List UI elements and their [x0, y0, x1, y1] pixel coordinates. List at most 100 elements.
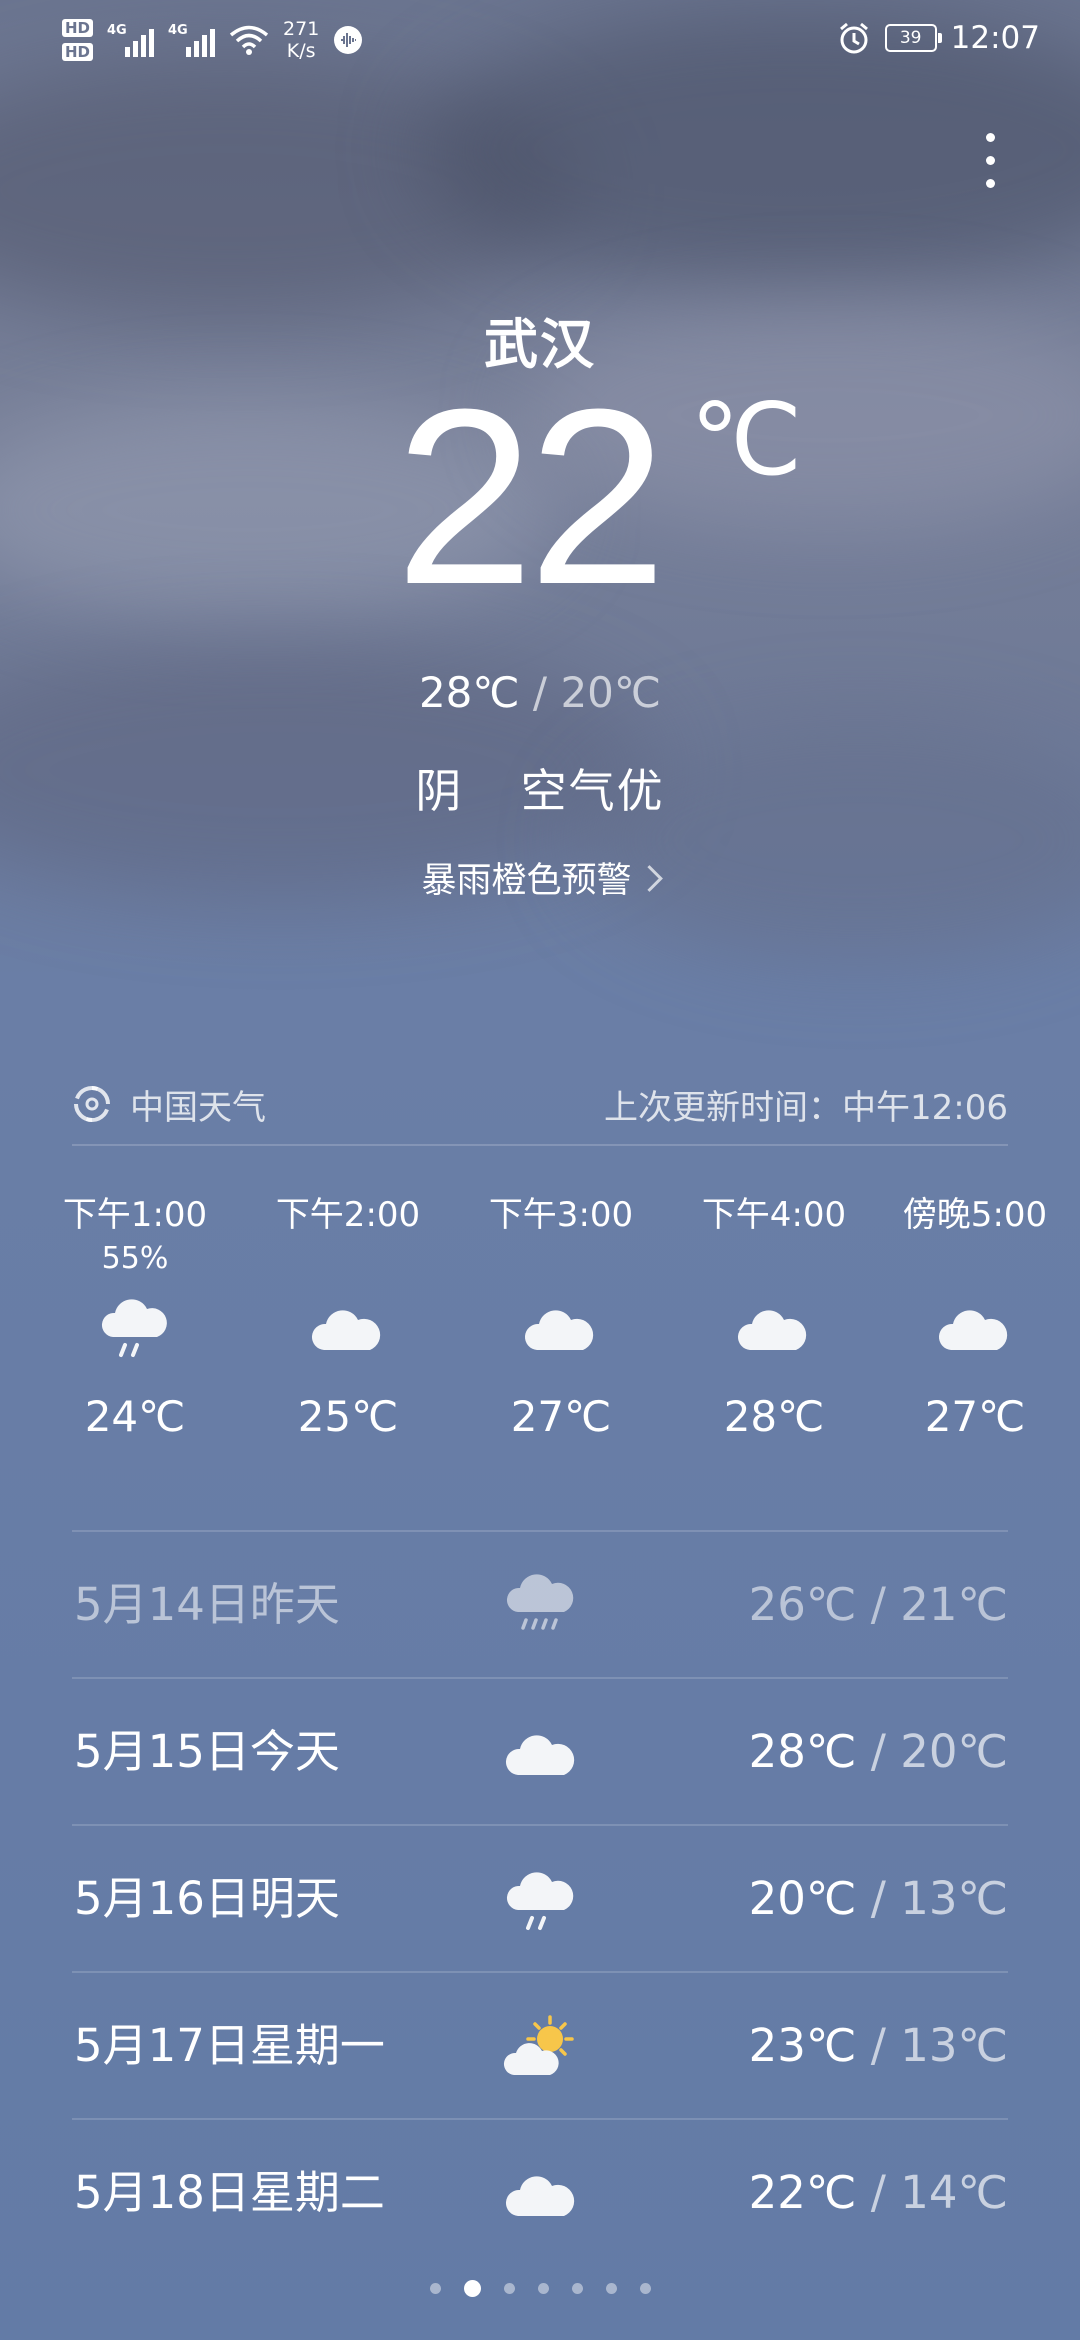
network-type: 4G: [107, 23, 127, 38]
day-date: 5月16日明天: [74, 1872, 340, 1925]
hour-temperature: 25℃: [297, 1392, 399, 1441]
cloud-icon: [737, 1310, 807, 1350]
separator: /: [856, 1872, 901, 1925]
precip-probability: [870, 1238, 1080, 1280]
day-high: 22℃: [748, 2166, 857, 2219]
network-speed: 271 K/s: [283, 18, 319, 62]
daily-row[interactable]: 5月17日星期一 23℃ / 13℃: [72, 1971, 1008, 2118]
hourly-item: 下午1:00 55% 24℃: [30, 1192, 240, 1441]
day-low: 20℃: [900, 1725, 1008, 1778]
chevron-right-icon: [635, 864, 663, 892]
day-low: 21℃: [900, 1578, 1008, 1631]
page-dot[interactable]: [503, 2283, 515, 2294]
day-date: 5月18日星期二: [74, 2166, 385, 2219]
hour-temperature: 28℃: [723, 1392, 825, 1441]
hourly-item: 傍晚5:00 27℃: [870, 1192, 1080, 1441]
high-temperature: 28℃: [418, 668, 520, 717]
weather-alert-link[interactable]: 暴雨橙色预警: [0, 852, 1080, 903]
precip-probability: [669, 1238, 879, 1280]
battery-icon: 39: [884, 24, 942, 52]
hour-temperature: 24℃: [84, 1392, 186, 1441]
hour-temperature: 27℃: [924, 1392, 1026, 1441]
day-high: 23℃: [748, 2019, 857, 2072]
day-high: 26℃: [748, 1578, 857, 1631]
hour-time: 傍晚5:00: [902, 1195, 1048, 1235]
alert-text: 暴雨橙色预警: [421, 861, 632, 901]
rain-cloud-icon: [101, 1299, 167, 1357]
cloud-icon: [505, 1735, 575, 1775]
alarm-icon: [839, 22, 868, 54]
daily-row[interactable]: 5月14日昨天 26℃ / 21℃: [72, 1530, 1008, 1677]
hour-temperature: 27℃: [510, 1392, 612, 1441]
day-low: 13℃: [900, 2019, 1008, 2072]
hd-icon: HD HD: [62, 19, 94, 61]
separator: /: [856, 1578, 901, 1631]
hourly-forecast[interactable]: 下午1:00 55% 24℃ 下午2:00 25℃ 下午3:00 27℃ 下午4…: [30, 1192, 1080, 1492]
low-temperature: 20℃: [560, 668, 662, 717]
page-dot-active[interactable]: [463, 2280, 481, 2297]
page-dot[interactable]: [429, 2283, 441, 2294]
signal-icon: 4G: [168, 23, 216, 57]
hour-time: 下午1:00: [62, 1195, 208, 1235]
separator: /: [532, 668, 548, 717]
page-dot[interactable]: [537, 2283, 549, 2294]
separator: /: [856, 2166, 901, 2219]
daily-row[interactable]: 5月16日明天 20℃ / 13℃: [72, 1824, 1008, 1971]
hour-time: 下午3:00: [488, 1195, 634, 1235]
hd-badge: HD: [62, 43, 94, 61]
hourly-item: 下午2:00 25℃: [243, 1192, 453, 1441]
hourly-item: 下午4:00 28℃: [669, 1192, 879, 1441]
cloud-icon: [938, 1310, 1008, 1350]
day-temperature-range: 26℃ / 21℃: [749, 1532, 1008, 1677]
hourly-item: 下午3:00 27℃: [456, 1192, 666, 1441]
page-dot[interactable]: [639, 2283, 651, 2294]
day-temperature-range: 28℃ / 20℃: [749, 1679, 1008, 1824]
day-temperature-range: 23℃ / 13℃: [749, 1973, 1008, 2118]
page-indicator[interactable]: [0, 2280, 1080, 2297]
last-updated: 上次更新时间：中午12:06: [604, 1087, 1008, 1128]
more-options-icon[interactable]: [960, 120, 1020, 200]
wifi-icon: [229, 25, 269, 55]
cloud-icon: [505, 2176, 575, 2216]
hour-time: 下午2:00: [275, 1195, 421, 1235]
temperature-unit: ℃: [690, 384, 803, 496]
cloud-icon: [524, 1310, 594, 1350]
hd-badge: HD: [62, 19, 94, 37]
page-dot[interactable]: [605, 2283, 617, 2294]
day-low: 14℃: [900, 2166, 1008, 2219]
speed-value: 271: [283, 18, 320, 40]
hour-time: 下午4:00: [701, 1195, 847, 1235]
precip-probability: [243, 1238, 453, 1280]
network-type: 4G: [168, 23, 188, 38]
day-date: 5月14日昨天: [74, 1578, 340, 1631]
signal-icon: 4G: [107, 23, 155, 57]
source-name[interactable]: 中国天气: [130, 1080, 266, 1129]
separator: /: [856, 2019, 901, 2072]
clock: 12:07: [950, 20, 1040, 56]
day-high: 20℃: [748, 1872, 857, 1925]
day-temperature-range: 22℃ / 14℃: [749, 2120, 1008, 2265]
cloud-icon: [311, 1310, 381, 1350]
page-dot[interactable]: [571, 2283, 583, 2294]
partly-sunny-icon: [503, 2015, 574, 2075]
audio-icon: [334, 26, 363, 54]
source-row: 中国天气 上次更新时间：中午12:06: [72, 1068, 1008, 1140]
daily-row[interactable]: 5月15日今天 28℃ / 20℃: [72, 1677, 1008, 1824]
speed-unit: K/s: [286, 40, 316, 62]
divider: [72, 1144, 1008, 1146]
precip-probability: 55%: [101, 1241, 169, 1276]
day-temperature-range: 20℃ / 13℃: [749, 1826, 1008, 1971]
rain-cloud-icon: [506, 1872, 574, 1930]
daily-row[interactable]: 5月18日星期二 22℃ / 14℃: [72, 2118, 1008, 2265]
heavy-rain-icon: [506, 1574, 574, 1630]
separator: /: [856, 1725, 901, 1778]
day-date: 5月15日今天: [74, 1725, 340, 1778]
current-temperature: 22: [395, 357, 667, 636]
day-date: 5月17日星期一: [74, 2019, 385, 2072]
weather-condition: 阴: [415, 764, 464, 818]
high-low-temperature: 28℃ / 20℃: [0, 668, 1080, 717]
day-low: 13℃: [900, 1872, 1008, 1925]
precip-probability: [456, 1238, 666, 1280]
air-quality[interactable]: 空气优: [521, 764, 665, 818]
condition-line: 阴 空气优: [0, 755, 1080, 821]
